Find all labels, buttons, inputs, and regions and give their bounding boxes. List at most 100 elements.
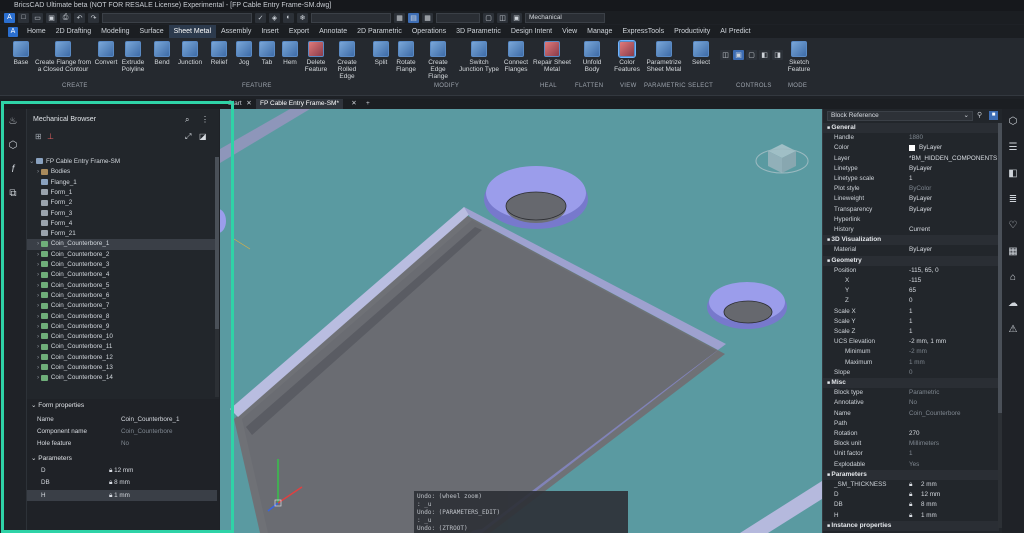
- viewport-icon[interactable]: ▦: [394, 12, 405, 23]
- property-value[interactable]: -115: [909, 276, 921, 286]
- switch-junction-type-button[interactable]: Switch Junction Type: [458, 41, 500, 73]
- layer-dropdown[interactable]: [102, 12, 252, 23]
- layers-icon[interactable]: ◧: [1006, 167, 1020, 181]
- tab-export[interactable]: Export: [284, 25, 314, 38]
- prop-name-value[interactable]: Coin_Counterbore_1: [121, 416, 179, 423]
- tab-design-intent[interactable]: Design Intent: [506, 25, 557, 38]
- property-row[interactable]: Material ByLayer: [823, 245, 999, 255]
- property-row[interactable]: Maximum 1 mm: [823, 358, 999, 368]
- property-row[interactable]: Y 65: [823, 286, 999, 296]
- tab-surface[interactable]: Surface: [135, 25, 169, 38]
- toggle-view-icon[interactable]: ◪: [199, 132, 207, 141]
- property-row[interactable]: DB 🔒︎ 8 mm: [823, 500, 999, 510]
- print-icon[interactable]: ⎙: [60, 12, 71, 23]
- tree-item[interactable]: › Coin_Counterbore_4: [27, 270, 215, 280]
- function-icon[interactable]: f: [6, 163, 20, 177]
- select-button[interactable]: Select: [688, 41, 714, 66]
- repair-sheet-metal-button[interactable]: Repair Sheet Metal: [533, 41, 571, 73]
- property-row[interactable]: Hyperlink: [823, 215, 999, 225]
- tree-item[interactable]: Flange_1: [27, 178, 215, 188]
- app-menu-icon[interactable]: A: [4, 12, 15, 23]
- library-icon[interactable]: ⌂: [1006, 271, 1020, 285]
- expand-arrow-icon[interactable]: [37, 199, 41, 206]
- tab-expresstools[interactable]: ExpressTools: [617, 25, 669, 38]
- model-viewport[interactable]: [220, 109, 822, 533]
- property-value[interactable]: 1: [909, 174, 913, 184]
- tab-view[interactable]: View: [557, 25, 582, 38]
- property-value[interactable]: *BM_HIDDEN_COMPONENTS: [909, 154, 997, 164]
- property-value[interactable]: 2 mm: [921, 480, 937, 490]
- color-dropdown[interactable]: [311, 12, 391, 23]
- expand-arrow-icon[interactable]: [37, 179, 41, 186]
- tab-sheet-metal[interactable]: Sheet Metal: [168, 24, 216, 39]
- property-value[interactable]: 1: [909, 449, 913, 459]
- property-row[interactable]: Explodable Yes: [823, 460, 999, 470]
- property-row[interactable]: Transparency ByLayer: [823, 205, 999, 215]
- property-category[interactable]: ■ General: [823, 123, 999, 134]
- property-value[interactable]: 1 mm: [909, 358, 925, 368]
- toggle-pickadd-icon[interactable]: ■: [989, 111, 998, 120]
- parametrize-sheet-metal-button[interactable]: Parametrize Sheet Metal: [644, 41, 684, 73]
- relief-button[interactable]: Relief: [206, 41, 232, 66]
- property-category[interactable]: ■ Misc: [823, 378, 999, 389]
- property-value[interactable]: ByLayer: [919, 143, 942, 153]
- property-row[interactable]: Slope 0: [823, 368, 999, 378]
- linetype-dropdown[interactable]: [436, 12, 480, 23]
- jog-button[interactable]: Jog: [233, 41, 255, 66]
- match-properties-icon[interactable]: ✓: [255, 12, 266, 23]
- control-icon-4[interactable]: ◧: [759, 50, 770, 60]
- tree-item[interactable]: › Coin_Counterbore_13: [27, 363, 215, 373]
- structure-icon[interactable]: ⧉: [6, 187, 20, 201]
- property-value[interactable]: 0: [909, 296, 913, 306]
- delete-feature-button[interactable]: Delete Feature: [303, 41, 329, 73]
- tree-item[interactable]: Form_21: [27, 229, 215, 239]
- property-row[interactable]: Plot style ByColor: [823, 184, 999, 194]
- tree-item[interactable]: › Coin_Counterbore_2: [27, 250, 215, 260]
- param-db-value[interactable]: 🔒︎ 8 mm: [109, 479, 130, 487]
- layer-state-icon[interactable]: ◈: [269, 12, 280, 23]
- property-value[interactable]: 1 mm: [921, 511, 937, 521]
- tab-annotate[interactable]: Annotate: [314, 25, 352, 38]
- property-row[interactable]: Layer *BM_HIDDEN_COMPONENTS: [823, 154, 999, 164]
- command-history[interactable]: Undo: (wheel zoom) : _u Undo: (PARAMETER…: [414, 491, 628, 533]
- prop-hole-value[interactable]: No: [121, 440, 129, 447]
- property-value[interactable]: 1: [909, 317, 913, 327]
- snap-icon[interactable]: ▣: [511, 12, 522, 23]
- tree-item[interactable]: › Coin_Counterbore_6: [27, 291, 215, 301]
- tree-root[interactable]: ⌄ FP Cable Entry Frame-SM: [29, 157, 215, 167]
- layer-off-icon[interactable]: ◐: [283, 12, 294, 23]
- property-row[interactable]: Linetype ByLayer: [823, 164, 999, 174]
- property-row[interactable]: D 🔒︎ 12 mm: [823, 490, 999, 500]
- property-category[interactable]: ■ Geometry: [823, 255, 999, 266]
- param-d-value[interactable]: 🔒︎ 12 mm: [109, 467, 133, 475]
- redo-icon[interactable]: ↷: [88, 12, 99, 23]
- property-value[interactable]: ByLayer: [909, 164, 932, 174]
- tree-item[interactable]: Form_1: [27, 188, 215, 198]
- color-features-button[interactable]: Color Features: [612, 40, 642, 73]
- new-tab-button[interactable]: +: [362, 99, 374, 109]
- property-row[interactable]: Color ByLayer: [823, 143, 999, 153]
- more-icon[interactable]: ⋮: [201, 115, 209, 124]
- control-icon-3[interactable]: ▢: [746, 50, 757, 60]
- property-category[interactable]: ■ Instance properties: [823, 520, 999, 531]
- property-value[interactable]: 12 mm: [921, 490, 940, 500]
- param-h-value[interactable]: 🔒︎ 1 mm: [109, 492, 130, 500]
- create-edge-flange-button[interactable]: Create Edge Flange: [420, 41, 456, 80]
- property-row[interactable]: Rotation 270: [823, 429, 999, 439]
- tree-item[interactable]: › Bodies: [27, 167, 215, 177]
- property-value[interactable]: 8 mm: [921, 500, 937, 510]
- property-value[interactable]: -2 mm, 1 mm: [909, 337, 946, 347]
- tree-item[interactable]: › Coin_Counterbore_5: [27, 281, 215, 291]
- tab-modeling[interactable]: Modeling: [96, 25, 134, 38]
- property-value[interactable]: Parametric: [909, 388, 939, 398]
- property-row[interactable]: UCS Elevation -2 mm, 1 mm: [823, 337, 999, 347]
- tree-item[interactable]: › Coin_Counterbore_8: [27, 312, 215, 322]
- control-icon-5[interactable]: ◨: [772, 50, 783, 60]
- tree-item[interactable]: Form_2: [27, 198, 215, 208]
- bend-button[interactable]: Bend: [150, 41, 174, 66]
- junction-button[interactable]: Junction: [174, 41, 206, 66]
- property-row[interactable]: Scale Z 1: [823, 327, 999, 337]
- tab-ai-predict[interactable]: AI Predict: [715, 25, 755, 38]
- tree-item[interactable]: › Coin_Counterbore_14: [27, 373, 215, 383]
- save-icon[interactable]: ▣: [46, 12, 57, 23]
